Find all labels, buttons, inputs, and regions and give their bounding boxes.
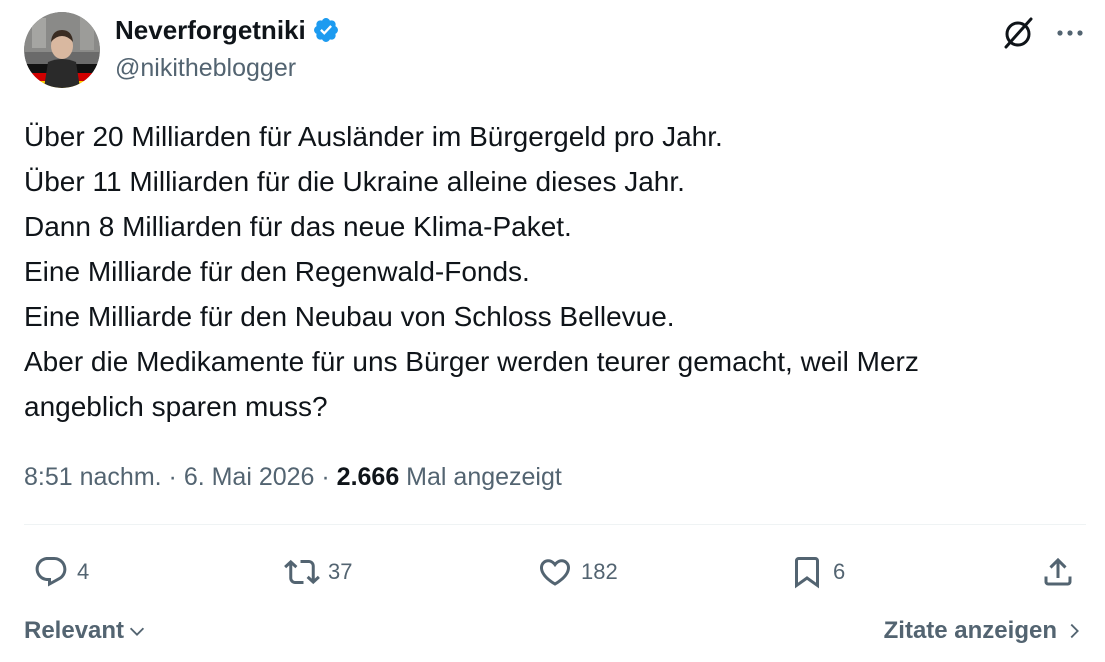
tweet-line: Eine Milliarde für den Neubau von Schlos…: [24, 301, 675, 332]
tweet-time[interactable]: 8:51 nachm.: [24, 463, 162, 491]
tweet-meta: 8:51 nachm. · 6. Mai 2026 · 2.666 Mal an…: [24, 458, 562, 496]
bookmark-icon: [795, 557, 819, 589]
tweet-date[interactable]: 6. Mai 2026: [184, 463, 315, 491]
like-button[interactable]: 182: [537, 552, 618, 592]
sort-label: Relevant: [24, 617, 125, 644]
chevron-right-icon: [1070, 623, 1079, 639]
verified-badge-icon: [312, 16, 340, 44]
author-name-row[interactable]: Neverforgetniki: [115, 12, 340, 48]
sort-dropdown[interactable]: Relevant: [24, 614, 148, 648]
bookmark-count: 6: [833, 559, 846, 584]
share-button[interactable]: [1040, 552, 1076, 592]
tweet-line: angeblich sparen muss?: [24, 391, 328, 422]
chevron-down-icon: [129, 627, 145, 636]
display-name[interactable]: Neverforgetniki: [115, 12, 306, 48]
meta-separator: ·: [314, 463, 337, 491]
grok-icon[interactable]: [1000, 15, 1036, 51]
tweet-line: Über 11 Milliarden für die Ukraine allei…: [24, 166, 685, 197]
like-count: 182: [581, 559, 618, 584]
retweet-icon: [284, 559, 320, 585]
views-label: Mal angezeigt: [399, 463, 562, 491]
avatar[interactable]: [24, 12, 100, 88]
retweet-button[interactable]: 37: [284, 552, 352, 592]
quotes-label: Zitate anzeigen: [883, 617, 1057, 644]
reply-icon: [35, 557, 67, 587]
reply-count: 4: [77, 559, 90, 584]
tweet-line: Dann 8 Milliarden für das neue Klima-Pak…: [24, 211, 572, 242]
tweet-line: Eine Milliarde für den Regenwald-Fonds.: [24, 256, 530, 287]
meta-separator: ·: [161, 463, 184, 491]
more-options-icon[interactable]: [1052, 15, 1088, 51]
reply-button[interactable]: 4: [33, 552, 89, 592]
avatar-image: [24, 12, 100, 88]
tweet-text: Über 20 Milliarden für Ausländer im Bürg…: [24, 114, 1086, 429]
divider: [24, 524, 1086, 525]
share-icon: [1044, 557, 1072, 586]
retweet-count: 37: [328, 559, 353, 584]
view-quotes-link[interactable]: Zitate anzeigen: [884, 614, 1085, 648]
tweet-line: Aber die Medikamente für uns Bürger werd…: [24, 346, 919, 377]
bookmark-button[interactable]: 6: [789, 552, 845, 592]
tweet-line: Über 20 Milliarden für Ausländer im Bürg…: [24, 121, 723, 152]
heart-icon: [539, 559, 571, 586]
views-count: 2.666: [336, 463, 400, 491]
user-handle[interactable]: @nikitheblogger: [115, 52, 296, 84]
